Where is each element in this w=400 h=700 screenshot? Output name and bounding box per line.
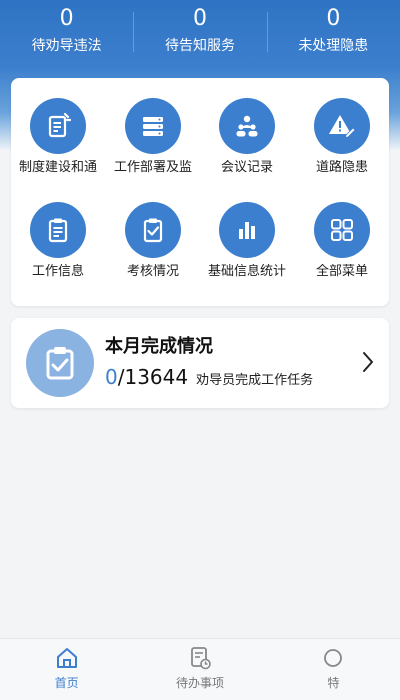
menu-item-label: 考核情况 [126,264,179,279]
stats-bar: 0 待劝导违法 0 待告知服务 0 未处理隐患 [0,0,400,66]
monthly-completion-title: 本月完成情况 [105,336,213,357]
menu-item-label: 道路隐患 [315,160,368,175]
menu-item-meeting-records[interactable]: 会议记录 [200,98,294,194]
clipboard-check-icon [26,329,94,397]
tab-label: 首页 [54,676,79,690]
menu-item-system-building[interactable]: 制度建设和通 [11,98,105,194]
stat-label: 待劝导违法 [31,38,102,54]
stat-unhandled-hazards[interactable]: 0 未处理隐患 [266,0,400,66]
progress-description: 劝导员完成工作任务 [196,373,314,388]
menu-item-road-hazards[interactable]: 道路隐患 [295,98,389,194]
tab-label: 待办事项 [175,676,224,690]
clipboard-list-icon [30,202,86,258]
completed-count: 0 [105,365,118,389]
warning-edit-icon [314,98,370,154]
tab-home[interactable]: 首页 [0,639,133,700]
stat-value: 0 [326,6,341,31]
stat-pending-violations[interactable]: 0 待劝导违法 [0,0,133,66]
todo-list-icon [191,647,211,670]
menu-item-label: 工作部署及监 [113,160,192,175]
meeting-people-icon [219,98,275,154]
stat-label: 待告知服务 [164,38,235,54]
stat-value: 0 [59,6,74,31]
stat-value: 0 [192,6,207,31]
tab-label: 特 [327,676,340,690]
document-edit-icon [30,98,86,154]
menu-item-label: 会议记录 [220,160,273,175]
home-icon [56,648,77,668]
menu-grid: 制度建设和通 工作部署及监 会议记录 道路隐患 工作信息 考核情况 基础信息统计… [11,78,389,306]
total-count: /13644 [117,365,189,389]
clipboard-check-icon [125,202,181,258]
bottom-tab-bar: 首页 待办事项 特 [0,638,400,700]
menu-item-label: 制度建设和通 [18,160,97,175]
menu-card: 制度建设和通 工作部署及监 会议记录 道路隐患 工作信息 考核情况 基础信息统计… [11,78,389,306]
menu-item-all-menus[interactable]: 全部菜单 [295,202,389,298]
menu-item-label: 基础信息统计 [207,264,286,279]
server-list-icon [125,98,181,154]
chevron-right-icon[interactable] [361,350,375,374]
menu-item-label: 工作信息 [31,264,84,279]
monthly-completion-card[interactable]: 本月完成情况 0 /13644 劝导员完成工作任务 [11,318,389,408]
menu-item-work-info[interactable]: 工作信息 [11,202,105,298]
special-icon [324,649,343,667]
stat-label: 未处理隐患 [298,38,369,54]
tab-todo[interactable]: 待办事项 [133,639,266,700]
grid-menu-icon [314,202,370,258]
menu-item-label: 全部菜单 [315,264,368,279]
tab-special[interactable]: 特 [267,639,400,700]
monthly-progress: 0 /13644 劝导员完成工作任务 [105,365,313,389]
menu-item-basic-statistics[interactable]: 基础信息统计 [200,202,294,298]
bar-chart-icon [219,202,275,258]
menu-item-work-deployment[interactable]: 工作部署及监 [106,98,200,194]
menu-item-assessment[interactable]: 考核情况 [106,202,200,298]
stat-pending-notices[interactable]: 0 待告知服务 [133,0,266,66]
